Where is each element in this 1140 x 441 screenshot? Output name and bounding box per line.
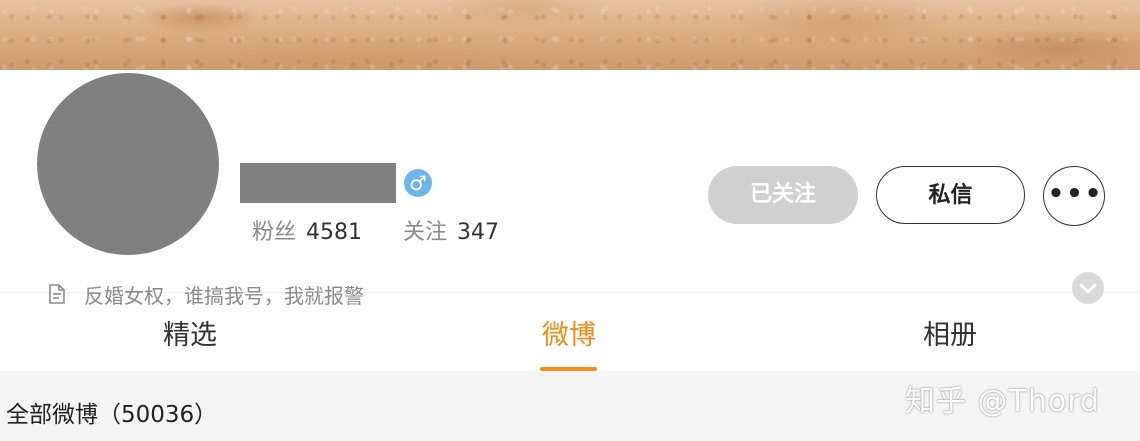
feed-header: 全部微博（50036） 知乎 @Thord bbox=[0, 371, 1140, 441]
fans-label: 粉丝 bbox=[252, 220, 297, 245]
chevron-down-icon[interactable] bbox=[1072, 272, 1104, 304]
male-icon: ♂ bbox=[404, 169, 432, 197]
fans-stat[interactable]: 粉丝 4581 bbox=[252, 220, 369, 245]
avatar[interactable] bbox=[37, 73, 219, 255]
more-dots-icon[interactable]: ••• bbox=[1043, 166, 1105, 226]
following-label: 关注 bbox=[403, 220, 448, 245]
tab-featured[interactable]: 精选 bbox=[130, 313, 250, 363]
following-stat[interactable]: 关注 347 bbox=[403, 220, 499, 245]
profile-cover-banner bbox=[0, 0, 1140, 70]
bio-row: 反婚女权，谁搞我号，我就报警 bbox=[46, 281, 364, 308]
bio-text: 反婚女权，谁搞我号，我就报警 bbox=[84, 283, 364, 308]
document-icon bbox=[46, 283, 68, 305]
followed-button[interactable]: 已关注 bbox=[708, 166, 858, 224]
weibo-count-label: 全部微博（50036） bbox=[6, 402, 218, 428]
tab-weibo[interactable]: 微博 bbox=[509, 313, 629, 363]
tab-album[interactable]: 相册 bbox=[890, 313, 1010, 363]
fans-count: 4581 bbox=[306, 220, 363, 245]
username-redacted bbox=[240, 163, 396, 203]
watermark: 知乎 @Thord bbox=[905, 384, 1101, 419]
profile-stats: 粉丝 4581 关注 347 bbox=[252, 214, 499, 246]
profile-card: ♂ 粉丝 4581 关注 347 已关注 私信 ••• 反婚女权，谁搞我号，我就报警 bbox=[0, 70, 1140, 308]
following-count: 347 bbox=[457, 220, 500, 245]
message-button[interactable]: 私信 bbox=[876, 166, 1025, 224]
